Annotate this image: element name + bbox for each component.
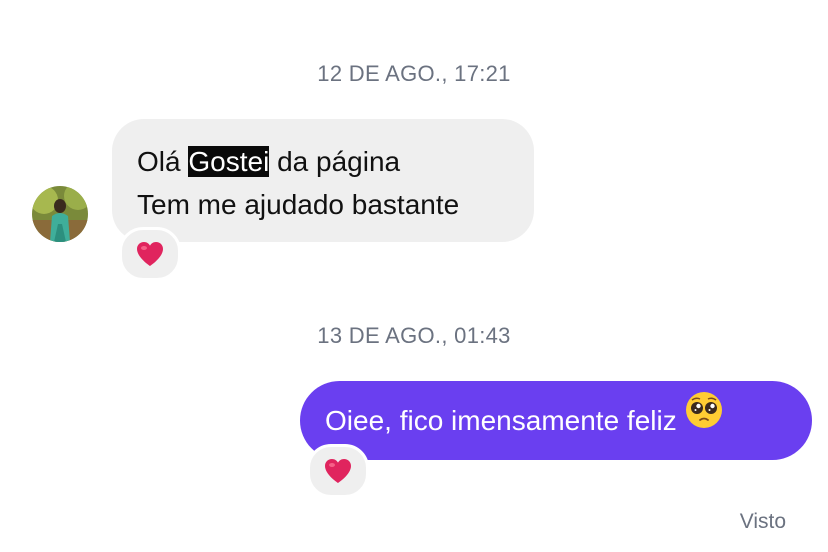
- pleading-face-emoji-icon: [685, 380, 723, 459]
- outgoing-message-text: Oiee, fico imensamente feliz: [325, 405, 677, 436]
- outgoing-message-bubble[interactable]: Oiee, fico imensamente feliz: [300, 381, 812, 460]
- message-reaction[interactable]: [119, 227, 181, 281]
- red-heart-icon: [137, 242, 163, 266]
- date-separator: 12 DE AGO., 17:21: [317, 61, 511, 86]
- avatar-photo: [32, 186, 88, 242]
- incoming-message-bubble[interactable]: Olá Gostei da página Tem me ajudado bast…: [112, 119, 534, 242]
- message-text-prefix: Olá: [137, 146, 189, 177]
- date-separator: 13 DE AGO., 01:43: [317, 323, 511, 348]
- incoming-message-line-1: Olá Gostei da página: [137, 140, 510, 183]
- avatar[interactable]: [32, 186, 88, 242]
- highlighted-word: Gostei: [188, 146, 270, 177]
- message-text-suffix: da página: [269, 146, 401, 177]
- seen-status: Visto: [739, 510, 786, 533]
- incoming-message-line-2: Tem me ajudado bastante: [137, 189, 460, 220]
- red-heart-icon: [325, 459, 351, 483]
- message-reaction[interactable]: [307, 444, 369, 498]
